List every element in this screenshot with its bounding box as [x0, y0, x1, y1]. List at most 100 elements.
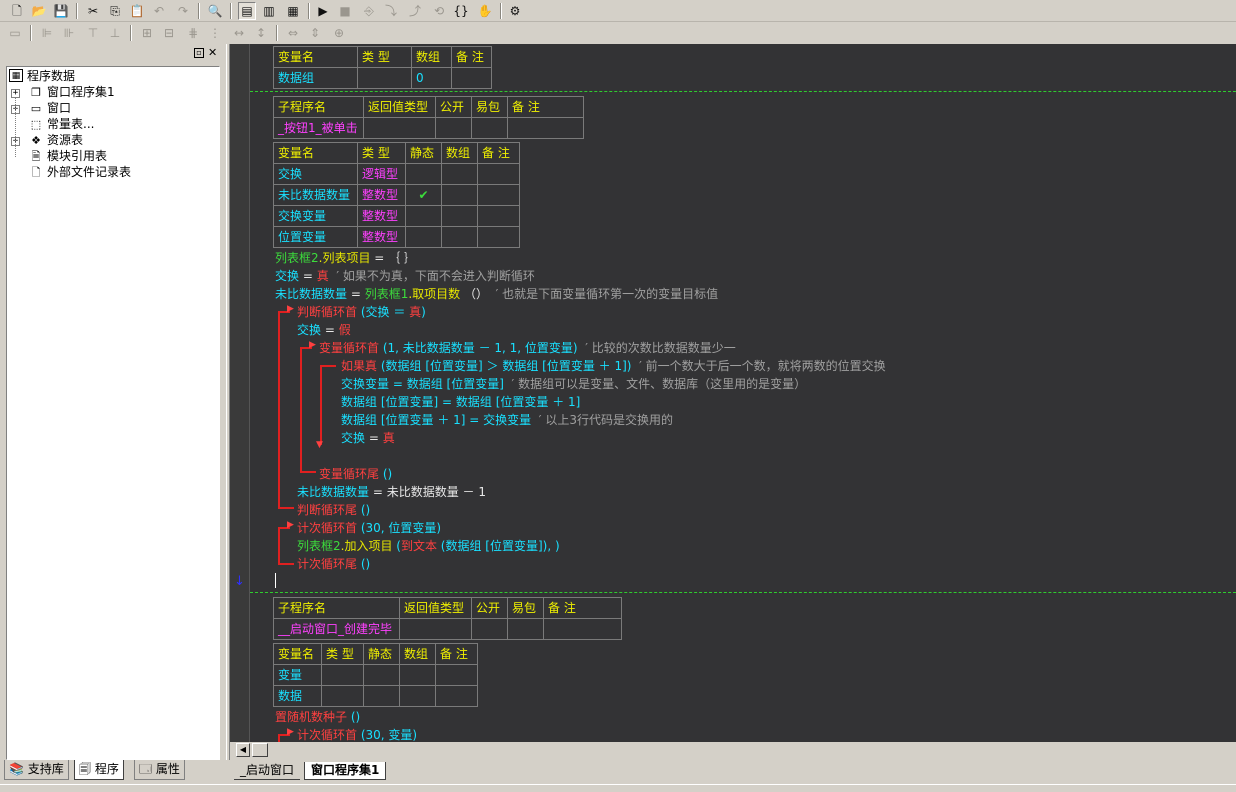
align-bottom-icon[interactable]: ⊥ — [106, 24, 124, 42]
code-line[interactable]: 交换变量 = 数据组 [位置变量] ′ 数据组可以是变量、文件、数据库（这里用的… — [341, 375, 806, 393]
flow-arrow-icon: ▶ — [287, 727, 294, 737]
code-line[interactable]: 数据组 [位置变量] = 数据组 [位置变量 ＋ 1] — [341, 393, 580, 411]
stop-icon[interactable]: ■ — [336, 2, 354, 20]
local-var-table: 变量名 类 型 静态 数组 备 注 交换 逻辑型 未比数据数量 整数型 ✔ 交换变量整… — [273, 142, 520, 248]
step-3-icon[interactable]: ⤴ — [406, 2, 424, 20]
restore-icon[interactable]: ▫ — [194, 48, 204, 58]
tab-startup-window[interactable]: _启动窗口 — [234, 762, 301, 780]
code-line[interactable]: 计次循环尾 () — [297, 555, 370, 573]
tree-item-constants[interactable]: 常量表... — [47, 116, 94, 132]
code-line[interactable]: 未比数据数量 = 未比数据数量 － 1 — [297, 483, 486, 501]
code-line[interactable]: 数据组 [位置变量 ＋ 1] = 交换变量 ′ 以上3行代码是交换用的 — [341, 411, 673, 429]
tab-window-set[interactable]: 窗口程序集1 — [304, 762, 387, 780]
table-row: 交换 逻辑型 — [273, 163, 520, 185]
sub-divider — [250, 91, 1236, 92]
size-icon[interactable]: ⊕ — [330, 24, 348, 42]
toolbar-separator — [30, 25, 32, 41]
table-row: 数据组 0 — [273, 67, 492, 89]
code-line[interactable]: 如果真 (数据组 [位置变量] ＞ 数据组 [位置变量 ＋ 1]) ′ 前一个数… — [341, 357, 886, 375]
code-line[interactable]: 计次循环首 (30, 变量) — [297, 726, 417, 742]
same-height-icon[interactable]: ↕ — [252, 24, 270, 42]
height-icon[interactable]: ⇕ — [306, 24, 324, 42]
toolbar-separator — [130, 25, 132, 41]
tab-support-library[interactable]: 📚 支持库 — [4, 760, 69, 780]
undo-icon[interactable]: ↶ — [150, 2, 168, 20]
center-h-icon[interactable]: ⊞ — [138, 24, 156, 42]
layout-2-icon[interactable]: ▥ — [260, 2, 278, 20]
col-header: 数组 — [411, 46, 452, 68]
tree-item-modules[interactable]: 模块引用表 — [47, 148, 107, 164]
step-4-icon[interactable]: ⟲ — [430, 2, 448, 20]
tree-item-resources[interactable]: 资源表 — [47, 132, 83, 148]
col-header: 静态 — [405, 142, 442, 164]
file-icon: 🗋 — [31, 166, 41, 179]
save-file-icon[interactable]: 💾 — [52, 2, 70, 20]
sub-name[interactable]: _按钮1_被单击 — [273, 117, 364, 139]
code-line[interactable]: 未比数据数量 = 列表框1.取项目数 （） ′ 也就是下面变量循环第一次的变量目… — [275, 285, 718, 303]
open-file-icon[interactable]: 📂 — [30, 2, 48, 20]
cell[interactable]: 数据组 — [273, 67, 358, 89]
code-line[interactable]: 计次循环首 (30, 位置变量) — [297, 519, 441, 537]
status-bar — [0, 784, 1236, 792]
hand-icon[interactable]: ✋ — [476, 2, 494, 20]
toolbar-separator — [500, 3, 502, 19]
code-line[interactable]: 交换 = 真 — [341, 429, 395, 447]
code-line[interactable]: 列表框2.加入项目 (到文本 (数据组 [位置变量]), ) — [297, 537, 560, 555]
tree-item-window-set[interactable]: 窗口程序集1 — [47, 84, 115, 100]
code-line[interactable]: 判断循环首 (交换 ＝ 真) — [297, 303, 426, 321]
folder-stack-icon: ❐ — [31, 86, 41, 99]
cell[interactable]: 0 — [411, 67, 452, 89]
table-row: 位置变量 整数型 — [273, 226, 520, 248]
debug-tool-icon[interactable]: ⚙ — [506, 2, 524, 20]
scroll-thumb[interactable] — [252, 743, 268, 757]
space-h-icon[interactable]: ⋕ — [184, 24, 202, 42]
sub-header-table: 子程序名 返回值类型 公开 易包 备 注 __启动窗口_创建完毕 — [273, 597, 622, 640]
code-line[interactable]: 交换 = 真 ′ 如果不为真，下面不会进入判断循环 — [275, 267, 535, 285]
col-header: 备 注 — [435, 643, 478, 665]
new-file-icon[interactable]: 🗋 — [8, 2, 26, 20]
code-line[interactable]: 变量循环尾 () — [319, 465, 392, 483]
step-5-icon[interactable]: {} — [452, 2, 470, 20]
code-editor[interactable]: 变量名 类 型 数组 备 注 数据组 0 子程序名 返回值类型 公开 易包 备 … — [250, 44, 1236, 742]
tab-program[interactable]: 🗐 程序 — [74, 760, 124, 780]
scroll-left-icon[interactable]: ◀ — [236, 743, 250, 757]
align-top-icon[interactable]: ⊤ — [84, 24, 102, 42]
tab-properties[interactable]: 🗔 属性 — [134, 760, 185, 780]
flow-arrow-icon: ▶ — [309, 340, 316, 350]
copy-icon[interactable]: ⎘ — [106, 2, 124, 20]
col-header: 备 注 — [451, 46, 492, 68]
close-icon[interactable]: ✕ — [208, 47, 217, 58]
sub-name[interactable]: __启动窗口_创建完毕 — [273, 618, 400, 640]
flow-down-icon: ▼ — [316, 440, 323, 450]
center-v-icon[interactable]: ⊟ — [160, 24, 178, 42]
code-line[interactable]: 交换 = 假 — [297, 321, 351, 339]
code-line[interactable]: 判断循环尾 () — [297, 501, 370, 519]
horizontal-scrollbar[interactable]: ◀ — [230, 742, 1236, 758]
toolbar-separator — [230, 3, 232, 19]
run-icon[interactable]: ▶ — [314, 2, 332, 20]
table-row: 交换变量 整数型 — [273, 205, 520, 227]
space-v-icon[interactable]: ⋮ — [206, 24, 224, 42]
code-line[interactable]: 列表框2.列表项目 = ｛ ｝ — [275, 249, 416, 267]
cell[interactable] — [451, 67, 492, 89]
tree-item-window[interactable]: 窗口 — [47, 100, 71, 116]
align-right-icon[interactable]: ⊪ — [60, 24, 78, 42]
find-icon[interactable]: 🔍 — [206, 2, 224, 20]
tree-root[interactable]: 程序数据 — [27, 68, 75, 84]
code-line[interactable]: 置随机数种子 () — [275, 708, 360, 726]
width-icon[interactable]: ⇔ — [284, 24, 302, 42]
align-icon[interactable]: ▭ — [6, 24, 24, 42]
cell[interactable] — [357, 67, 412, 89]
cut-icon[interactable]: ✂ — [84, 2, 102, 20]
tree-item-external-files[interactable]: 外部文件记录表 — [47, 164, 131, 180]
layout-3-icon[interactable]: ▦ — [284, 2, 302, 20]
code-line[interactable]: 变量循环首 (1, 未比数据数量 － 1, 1, 位置变量) ′ 比较的次数比数… — [319, 339, 736, 357]
layout-1-icon[interactable]: ▤ — [238, 2, 256, 20]
col-header: 备 注 — [507, 96, 584, 118]
paste-icon[interactable]: 📋 — [128, 2, 146, 20]
redo-icon[interactable]: ↷ — [174, 2, 192, 20]
step-1-icon[interactable]: ⎆ — [360, 2, 378, 20]
step-2-icon[interactable]: ⤵ — [382, 2, 400, 20]
same-width-icon[interactable]: ↔ — [230, 24, 248, 42]
align-left-icon[interactable]: ⊫ — [38, 24, 56, 42]
